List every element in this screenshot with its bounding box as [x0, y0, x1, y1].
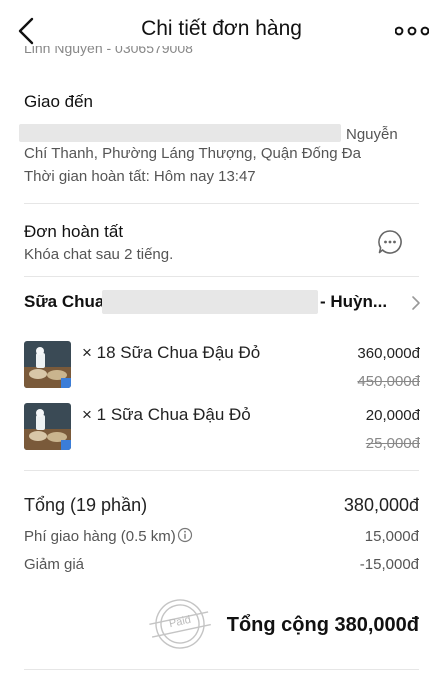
item-price: 360,000đ [357, 345, 420, 362]
grand-total: Tổng cộng 380,000đ [226, 614, 419, 636]
product-thumbnail [24, 403, 71, 450]
discount-value: -15,000đ [359, 556, 419, 573]
shop-row[interactable]: Sữa Chua - Huỳn... [24, 290, 424, 316]
item-price: 20,000đ [365, 407, 420, 424]
status-subtitle: Khóa chat sau 2 tiếng. [24, 246, 174, 263]
recipient-cutoff: Linh Nguyễn - 0306579008 [24, 46, 193, 56]
shop-name-redacted [102, 290, 318, 314]
order-item[interactable]: × 1 Sữa Chua Đậu Đỏ 20,000đ 25,000đ [24, 403, 420, 453]
chat-button[interactable] [377, 229, 403, 255]
address-redacted [19, 124, 341, 142]
subtotal-label: Tổng (19 phần) [24, 495, 148, 515]
shop-name-prefix: Sữa Chua [24, 292, 105, 311]
divider [24, 470, 419, 471]
more-button[interactable] [394, 20, 430, 42]
chat-bubble-icon [378, 230, 402, 254]
delivery-title: Giao đến [24, 92, 93, 111]
divider [24, 669, 419, 670]
item-old-price: 450,000đ [357, 373, 420, 390]
address-line2: Chí Thanh, Phường Láng Thượng, Quận Đống… [24, 145, 361, 162]
item-old-price: 25,000đ [365, 435, 420, 452]
shop-name-suffix: - Huỳn... [320, 292, 388, 311]
completed-time: Thời gian hoàn tất: Hôm nay 13:47 [24, 168, 256, 185]
divider [24, 276, 419, 277]
shipping-value: 15,000đ [364, 528, 419, 545]
divider [24, 203, 419, 204]
page-title: Chi tiết đơn hàng [141, 17, 302, 40]
address-line1-tail: Nguyễn [346, 126, 398, 143]
info-circle-icon[interactable] [177, 527, 193, 543]
paid-stamp: Paid [148, 594, 212, 654]
discount-label: Giảm giá [24, 556, 85, 573]
order-item[interactable]: × 18 Sữa Chua Đậu Đỏ 360,000đ 450,000đ [24, 341, 420, 391]
more-dots-icon [394, 26, 430, 36]
product-thumbnail [24, 341, 71, 388]
subtotal-value: 380,000đ [343, 495, 419, 515]
status-title: Đơn hoàn tất [24, 222, 124, 241]
shipping-label: Phí giao hàng (0.5 km) [24, 528, 176, 545]
chevron-right-icon [412, 296, 420, 310]
item-qty-name: × 1 Sữa Chua Đậu Đỏ [82, 405, 251, 424]
item-qty-name: × 18 Sữa Chua Đậu Đỏ [82, 343, 261, 362]
